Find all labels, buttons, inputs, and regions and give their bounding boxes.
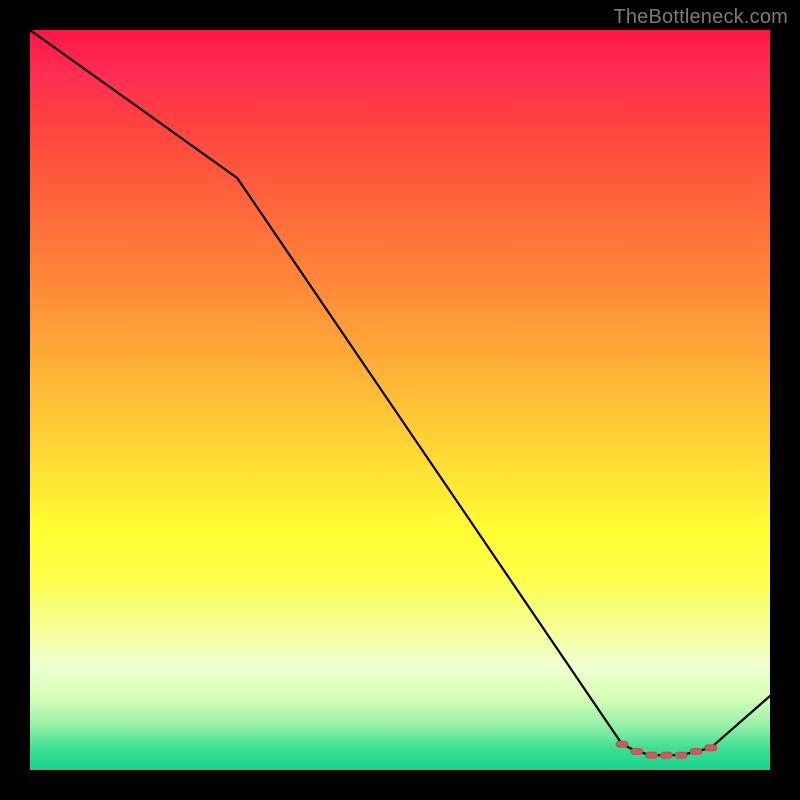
- optimal-marker: [646, 752, 658, 758]
- series-line: [30, 30, 770, 755]
- optimal-marker: [675, 752, 687, 758]
- optimal-marker: [660, 752, 672, 758]
- optimal-marker: [690, 749, 702, 755]
- optimal-marker: [616, 741, 628, 747]
- chart-container: TheBottleneck.com: [0, 0, 800, 800]
- bottleneck-curve-line: [30, 30, 770, 755]
- watermark-text: TheBottleneck.com: [613, 6, 788, 29]
- optimal-range-markers: [616, 741, 717, 758]
- optimal-marker: [631, 749, 643, 755]
- optimal-marker: [705, 745, 717, 751]
- chart-overlay: [30, 30, 770, 770]
